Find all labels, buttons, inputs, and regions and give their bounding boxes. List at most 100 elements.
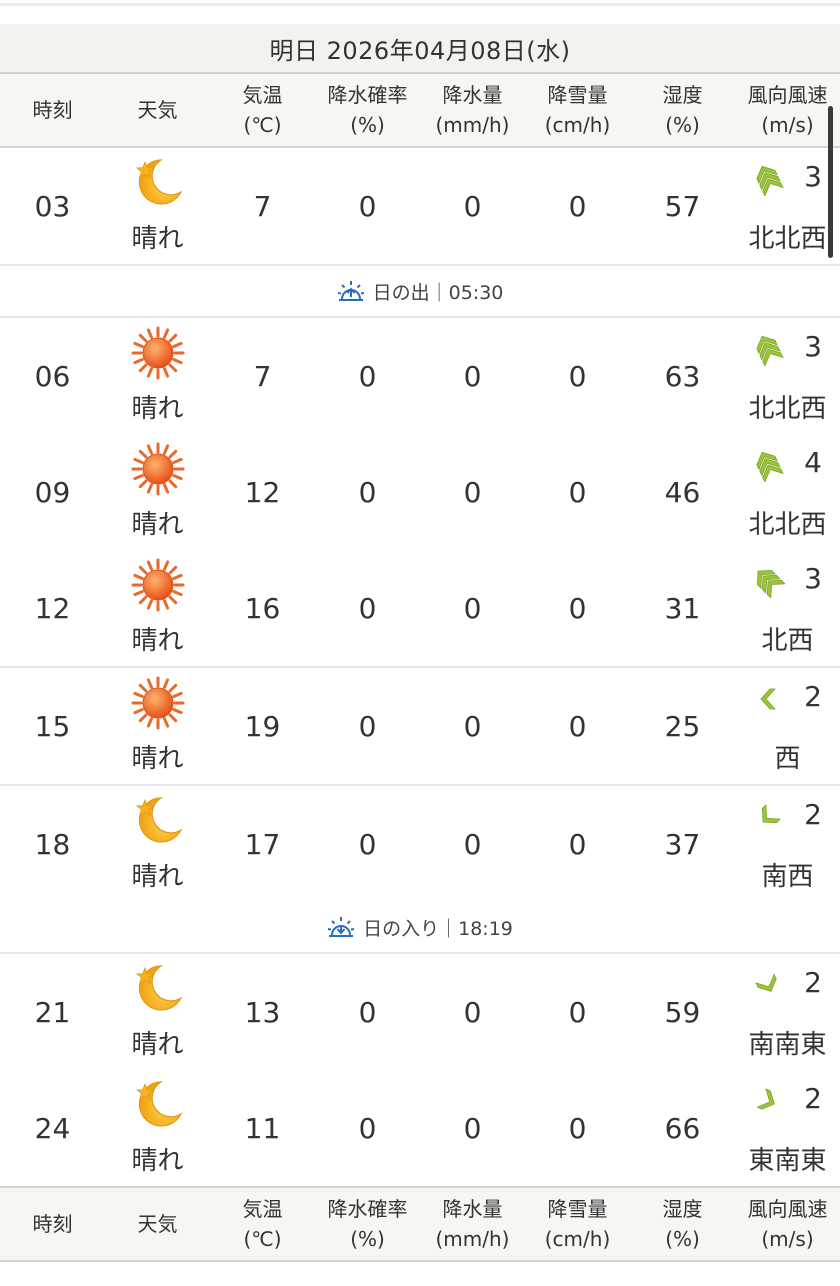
row-time: 03 (34, 189, 71, 223)
table-row: 18 晴れ 17 0 0 0 37 2 南西 (0, 786, 840, 904)
row-snow: 0 (568, 995, 587, 1029)
row-wind: 2 西 (735, 668, 840, 784)
row-wind-speed: 2 (804, 966, 822, 999)
row-wind-speed: 3 (804, 160, 822, 193)
row-wind-direction: 北北西 (748, 510, 827, 540)
footer-humidity: 湿度 (%) (662, 1197, 703, 1251)
row-wind-speed: 3 (804, 330, 822, 363)
row-weather-label: 晴れ (131, 1030, 184, 1060)
header-precip: 降水量 (mm/h) (435, 83, 510, 137)
wind-ese-icon (751, 1084, 785, 1118)
table-row: 15 晴れ 19 0 0 0 25 2 西 (0, 668, 840, 786)
wind-nw-icon (751, 564, 786, 599)
footer-snow: 降雪量 (cm/h) (544, 1197, 611, 1251)
row-time: 21 (34, 995, 71, 1029)
row-weather-label: 晴れ (131, 744, 184, 774)
row-wind: 3 北北西 (735, 148, 840, 264)
table-row: 06 晴れ 7 0 0 0 63 3 北北西 (0, 318, 840, 436)
row-humidity: 63 (664, 359, 701, 393)
forecast-date-title: 明日 2026年04月08日(水) (0, 24, 840, 74)
row-precip: 0 (463, 591, 482, 625)
row-precip: 0 (463, 189, 482, 223)
header-temp: 気温 (℃) (242, 83, 283, 137)
row-precip-prob: 0 (358, 591, 377, 625)
row-precip-prob: 0 (358, 1111, 377, 1145)
row-precip-prob: 0 (358, 709, 377, 743)
sunrise-row: 日の出｜05:30 (0, 266, 840, 318)
row-time: 24 (34, 1111, 71, 1145)
row-precip-prob: 0 (358, 475, 377, 509)
row-humidity: 37 (664, 827, 701, 861)
row-humidity: 57 (664, 189, 701, 223)
row-snow: 0 (568, 1111, 587, 1145)
footer-time: 時刻 (32, 1212, 73, 1236)
wind-nnw-icon (751, 162, 785, 197)
row-weather: 晴れ (105, 668, 210, 784)
row-precip: 0 (463, 475, 482, 509)
row-wind-speed: 2 (804, 798, 822, 831)
row-temp: 11 (244, 1111, 281, 1145)
row-time: 09 (34, 475, 71, 509)
row-temp: 17 (244, 827, 281, 861)
row-time: 15 (34, 709, 71, 743)
footer-temp: 気温 (℃) (242, 1197, 283, 1251)
row-humidity: 46 (664, 475, 701, 509)
footer-weather: 天気 (137, 1212, 178, 1236)
header-humidity: 湿度 (%) (662, 83, 703, 137)
row-temp: 7 (253, 189, 272, 223)
header-time: 時刻 (32, 98, 73, 122)
row-precip-prob: 0 (358, 189, 377, 223)
row-wind-direction: 北北西 (748, 394, 827, 424)
sunset-text: 日の入り｜18:19 (363, 917, 513, 940)
header-weather: 天気 (137, 98, 178, 122)
row-wind-direction: 北北西 (748, 224, 827, 254)
row-wind-direction: 東南東 (748, 1146, 827, 1176)
footer-precip-prob: 降水確率 (%) (327, 1197, 408, 1251)
row-wind-direction: 西 (774, 744, 801, 774)
row-precip: 0 (463, 827, 482, 861)
row-wind: 3 北西 (735, 550, 840, 666)
row-snow: 0 (568, 591, 587, 625)
sun-icon (131, 676, 185, 730)
row-weather: 晴れ (105, 550, 210, 666)
row-weather: 晴れ (105, 148, 210, 264)
row-weather-label: 晴れ (131, 1146, 184, 1176)
row-precip: 0 (463, 359, 482, 393)
row-wind-direction: 北西 (761, 626, 814, 656)
row-precip-prob: 0 (358, 359, 377, 393)
row-wind: 2 南南東 (735, 954, 840, 1070)
row-weather: 晴れ (105, 434, 210, 550)
row-weather: 晴れ (105, 954, 210, 1070)
wind-sse-icon (751, 968, 785, 1002)
row-temp: 13 (244, 995, 281, 1029)
row-weather-label: 晴れ (131, 626, 184, 656)
moon-icon (131, 962, 185, 1016)
row-snow: 0 (568, 189, 587, 223)
sunrise-icon (337, 281, 364, 301)
row-weather: 晴れ (105, 318, 210, 434)
row-humidity: 59 (664, 995, 701, 1029)
row-temp: 19 (244, 709, 281, 743)
sunset-row: 日の入り｜18:19 (0, 902, 840, 954)
row-wind-direction: 南南東 (748, 1030, 827, 1060)
footer-wind: 風向風速 (m/s) (747, 1197, 828, 1251)
row-precip: 0 (463, 709, 482, 743)
row-temp: 16 (244, 591, 281, 625)
row-precip-prob: 0 (358, 995, 377, 1029)
moon-icon (131, 156, 185, 210)
table-row: 21 晴れ 13 0 0 0 59 2 南南東 (0, 954, 840, 1072)
row-weather-label: 晴れ (131, 510, 184, 540)
row-temp: 7 (253, 359, 272, 393)
row-snow: 0 (568, 475, 587, 509)
wind-w-icon (751, 682, 785, 716)
sunrise-text: 日の出｜05:30 (372, 281, 504, 304)
row-wind-direction: 南西 (761, 862, 814, 892)
row-wind: 2 東南東 (735, 1070, 840, 1186)
row-humidity: 25 (664, 709, 701, 743)
sun-icon (131, 442, 185, 496)
row-precip: 0 (463, 995, 482, 1029)
row-wind: 4 北北西 (735, 434, 840, 550)
scrollbar[interactable] (828, 106, 833, 258)
table-footer-header: 時刻 天気 気温 (℃) 降水確率 (%) 降水量 (mm/h) 降雪量 (cm/h) … (0, 1186, 840, 1262)
row-humidity: 66 (664, 1111, 701, 1145)
